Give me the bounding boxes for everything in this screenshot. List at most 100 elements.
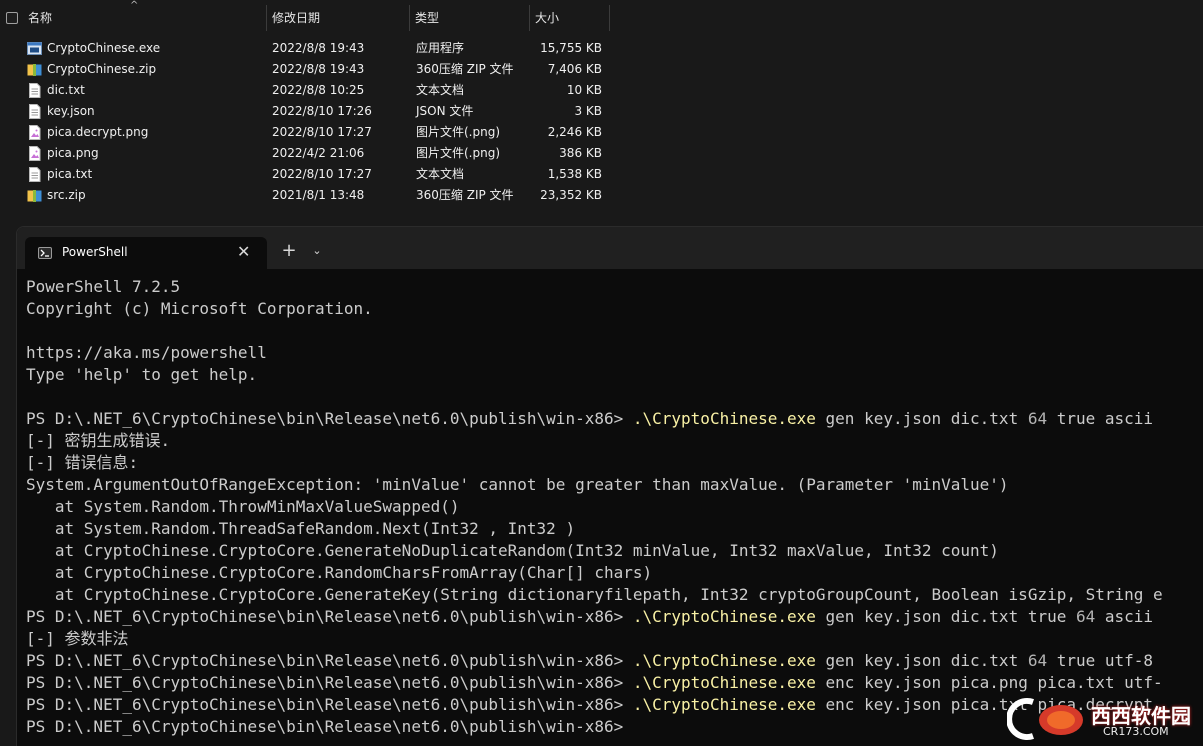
command-text: Type 'help' to get help. xyxy=(26,365,258,384)
file-name: src.zip xyxy=(47,188,86,202)
console-line: at CryptoChinese.CryptoCore.RandomCharsF… xyxy=(26,562,1203,584)
file-type: 360压缩 ZIP 文件 xyxy=(416,62,514,76)
file-name: pica.txt xyxy=(47,167,93,181)
file-size: 7,406 KB xyxy=(547,62,602,76)
file-row[interactable]: pica.png 2022/4/2 21:06 图片文件(.png) 386 KB xyxy=(0,143,615,164)
console-line: PowerShell 7.2.5 xyxy=(26,276,1203,298)
file-size: 23,352 KB xyxy=(540,188,602,202)
prompt-line: PS D:\.NET_6\CryptoChinese\bin\Release\n… xyxy=(26,408,1203,430)
prompt-text: PS D:\.NET_6\CryptoChinese\bin\Release\n… xyxy=(26,717,633,736)
tab-bar: PowerShell ✕ + ⌄ xyxy=(17,227,1203,269)
command-text: ascii xyxy=(1095,607,1154,626)
prompt-line: PS D:\.NET_6\CryptoChinese\bin\Release\n… xyxy=(26,672,1203,694)
console-line: at CryptoChinese.CryptoCore.GenerateKey(… xyxy=(26,584,1203,606)
command-text: true ascii xyxy=(1047,409,1154,428)
image-file-icon xyxy=(29,125,41,140)
chevron-down-icon[interactable]: ⌄ xyxy=(309,237,325,265)
console-line: [-] 错误信息: xyxy=(26,452,1203,474)
command-text: System.ArgumentOutOfRangeException: 'min… xyxy=(26,475,1009,494)
command-text: https://aka.ms/powershell xyxy=(26,343,267,362)
tab-powershell[interactable]: PowerShell ✕ xyxy=(25,237,267,269)
file-size: 2,246 KB xyxy=(547,125,602,139)
file-row[interactable]: src.zip 2021/8/1 13:48 360压缩 ZIP 文件 23,352 … xyxy=(0,185,615,206)
file-row[interactable]: CryptoChinese.zip 2022/8/8 19:43 360压缩 ZIP… xyxy=(0,59,615,80)
zip-icon xyxy=(27,190,42,202)
prompt-text: PS D:\.NET_6\CryptoChinese\bin\Release\n… xyxy=(26,651,633,670)
column-header-type[interactable]: 类型 xyxy=(409,5,529,31)
command-name: .\CryptoChinese.exe xyxy=(632,651,816,670)
new-tab-button[interactable]: + xyxy=(279,237,299,265)
file-date: 2022/8/10 17:26 xyxy=(272,104,372,118)
console-output[interactable]: PowerShell 7.2.5 Copyright (c) Microsoft … xyxy=(26,276,1203,738)
file-type: JSON 文件 xyxy=(416,104,474,118)
json-file-icon xyxy=(29,104,41,119)
file-name: key.json xyxy=(47,104,95,118)
file-row[interactable]: CryptoChinese.exe 2022/8/8 19:43 应用程序 15,75… xyxy=(0,38,615,59)
exe-icon xyxy=(27,42,42,55)
file-date: 2022/8/8 10:25 xyxy=(272,83,365,97)
console-line: Copyright (c) Microsoft Corporation. xyxy=(26,298,1203,320)
command-text: gen key.json dic.txt true xyxy=(815,607,1076,626)
prompt-text: PS D:\.NET_6\CryptoChinese\bin\Release\n… xyxy=(26,673,633,692)
prompt-line: PS D:\.NET_6\CryptoChinese\bin\Release\n… xyxy=(26,606,1203,628)
text-file-icon xyxy=(29,83,41,98)
command-name: .\CryptoChinese.exe xyxy=(632,673,816,692)
command-text: [-] 错误信息: xyxy=(26,453,139,472)
console-line: Type 'help' to get help. xyxy=(26,364,1203,386)
file-type: 360压缩 ZIP 文件 xyxy=(416,188,514,202)
text-file-icon xyxy=(29,167,41,182)
close-tab-icon[interactable]: ✕ xyxy=(237,237,250,267)
file-row[interactable]: dic.txt 2022/8/8 10:25 文本文档 10 KB xyxy=(0,80,615,101)
file-size: 3 KB xyxy=(574,104,602,118)
command-text: Copyright (c) Microsoft Corporation. xyxy=(26,299,373,318)
command-text: at CryptoChinese.CryptoCore.RandomCharsF… xyxy=(26,563,653,582)
command-text: gen key.json dic.txt xyxy=(815,409,1028,428)
file-size: 15,755 KB xyxy=(540,41,602,55)
prompt-text: PS D:\.NET_6\CryptoChinese\bin\Release\n… xyxy=(26,695,633,714)
file-date: 2022/8/8 19:43 xyxy=(272,41,365,55)
image-file-icon xyxy=(29,146,41,161)
file-row[interactable]: pica.txt 2022/8/10 17:27 文本文档 1,538 KB xyxy=(0,164,615,185)
console-line: [-] 密钥生成错误. xyxy=(26,430,1203,452)
site-watermark: 西西软件园 CR173.COM xyxy=(1003,692,1203,746)
file-row[interactable]: key.json 2022/8/10 17:26 JSON 文件 3 KB xyxy=(0,101,615,122)
file-size: 1,538 KB xyxy=(547,167,602,181)
file-date: 2021/8/1 13:48 xyxy=(272,188,365,202)
command-text: at System.Random.ThreadSafeRandom.Next(I… xyxy=(26,519,576,538)
command-text: at CryptoChinese.CryptoCore.GenerateKey(… xyxy=(26,585,1163,604)
file-type: 文本文档 xyxy=(416,167,465,181)
command-text: [-] 密钥生成错误. xyxy=(26,431,171,450)
column-header-date[interactable]: 修改日期 xyxy=(266,5,409,31)
file-date: 2022/4/2 21:06 xyxy=(272,146,365,160)
command-text: PowerShell 7.2.5 xyxy=(26,277,181,296)
command-text: at CryptoChinese.CryptoCore.GenerateNoDu… xyxy=(26,541,999,560)
command-text: gen key.json dic.txt xyxy=(815,651,1028,670)
numeric-arg: 64 xyxy=(1027,409,1048,428)
file-type: 图片文件(.png) xyxy=(416,146,501,160)
file-date: 2022/8/10 17:27 xyxy=(272,167,372,181)
console-line: at CryptoChinese.CryptoCore.GenerateNoDu… xyxy=(26,540,1203,562)
console-line: https://aka.ms/powershell xyxy=(26,342,1203,364)
file-size: 386 KB xyxy=(559,146,602,160)
file-name: dic.txt xyxy=(47,83,85,97)
column-header-size[interactable]: 大小 xyxy=(529,5,609,31)
powershell-icon xyxy=(38,247,52,259)
file-type: 文本文档 xyxy=(416,83,465,97)
command-text: true utf-8 xyxy=(1047,651,1154,670)
prompt-text: PS D:\.NET_6\CryptoChinese\bin\Release\n… xyxy=(26,409,633,428)
column-header-name[interactable]: 名称 xyxy=(22,5,266,31)
file-row[interactable]: pica.decrypt.png 2022/8/10 17:27 图片文件(.png… xyxy=(0,122,615,143)
command-text: at System.Random.ThrowMinMaxValueSwapped… xyxy=(26,497,460,516)
select-all-checkbox[interactable] xyxy=(6,12,18,24)
file-type: 图片文件(.png) xyxy=(416,125,501,139)
file-date: 2022/8/10 17:27 xyxy=(272,125,372,139)
prompt-text: PS D:\.NET_6\CryptoChinese\bin\Release\n… xyxy=(26,607,633,626)
column-divider[interactable] xyxy=(609,5,610,31)
file-name: CryptoChinese.exe xyxy=(47,41,161,55)
console-line: [-] 参数非法 xyxy=(26,628,1203,650)
file-name: pica.png xyxy=(47,146,99,160)
zip-icon xyxy=(27,64,42,76)
watermark-logo-icon xyxy=(1007,698,1083,740)
